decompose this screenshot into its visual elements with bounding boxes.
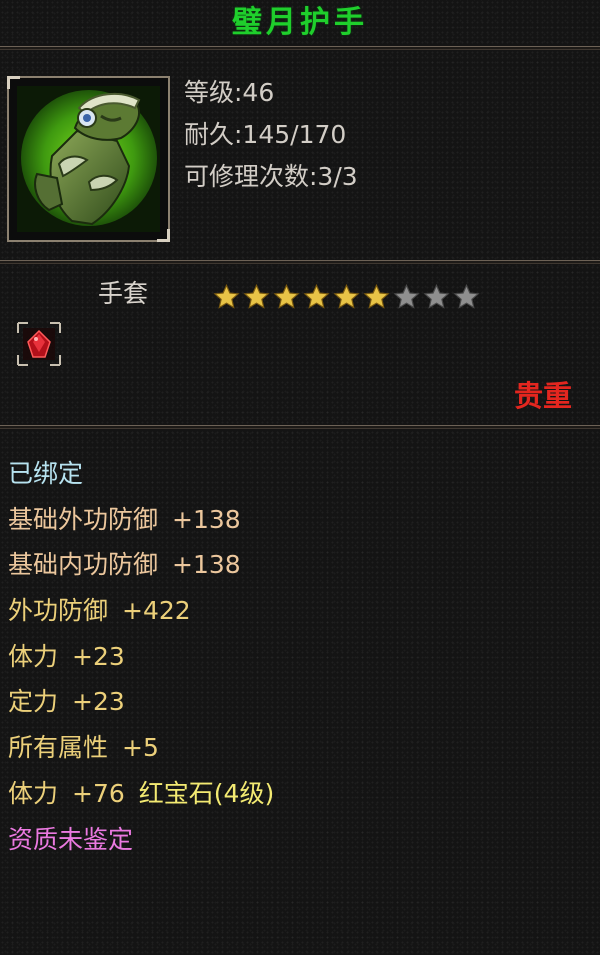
gem-socket[interactable] <box>17 322 61 366</box>
star-empty-icon <box>453 283 480 309</box>
attribute-row: 已绑定 <box>8 456 274 502</box>
divider <box>0 46 600 50</box>
attribute-row: 基础外功防御 +138 <box>8 502 274 548</box>
attribute-value: +138 <box>172 550 241 580</box>
attribute-name: 所有属性 <box>8 733 109 763</box>
attribute-row: 基础内功防御 +138 <box>8 547 274 593</box>
attribute-value: +5 <box>122 733 159 763</box>
attribute-name: 资质未鉴定 <box>8 824 134 854</box>
star-filled-icon <box>273 283 300 309</box>
star-rating <box>212 283 481 311</box>
item-icon-frame[interactable] <box>7 76 170 242</box>
attribute-name: 外功防御 <box>8 596 109 626</box>
attribute-value: +422 <box>122 596 191 626</box>
star-filled-icon <box>303 283 330 309</box>
gauntlet-icon <box>17 86 160 232</box>
star-empty-icon <box>423 283 450 309</box>
quality-label: 贵重 <box>513 379 572 413</box>
gem-description: 红宝石(4级) <box>138 778 275 808</box>
attribute-name: 体力 <box>8 778 59 808</box>
attribute-name: 基础外功防御 <box>8 504 159 534</box>
star-filled-icon <box>363 283 390 309</box>
divider <box>0 260 600 264</box>
attribute-name: 定力 <box>8 687 59 717</box>
attribute-row: 体力 +23 <box>8 639 274 685</box>
star-filled-icon <box>213 283 240 309</box>
attribute-value: +138 <box>172 504 241 534</box>
star-filled-icon <box>243 283 270 309</box>
item-durability: 耐久:145/170 <box>184 120 347 149</box>
item-name: 璧月护手 <box>232 5 368 40</box>
attribute-row: 体力 +76 红宝石(4级) <box>8 776 274 822</box>
attribute-row: 所有属性 +5 <box>8 730 274 776</box>
star-filled-icon <box>333 283 360 309</box>
star-empty-icon <box>393 283 420 309</box>
item-type: 手套 <box>98 279 149 308</box>
red-gem-icon <box>17 322 61 366</box>
divider <box>0 425 600 429</box>
attribute-value: +76 <box>72 778 125 808</box>
attribute-value: +23 <box>72 687 125 717</box>
attribute-row: 定力 +23 <box>8 684 274 730</box>
item-level: 等级:46 <box>184 78 275 107</box>
item-repair-count: 可修理次数:3/3 <box>184 162 358 191</box>
attribute-name: 基础内功防御 <box>8 550 159 580</box>
attribute-row: 资质未鉴定 <box>8 822 274 868</box>
attribute-list: 已绑定基础外功防御 +138 基础内功防御 +138 外功防御 +422 体力 +23 定力 +2… <box>8 456 274 867</box>
attribute-name: 已绑定 <box>8 459 84 488</box>
attribute-value: +23 <box>72 641 125 671</box>
attribute-row: 外功防御 +422 <box>8 593 274 639</box>
attribute-name: 体力 <box>8 641 59 671</box>
